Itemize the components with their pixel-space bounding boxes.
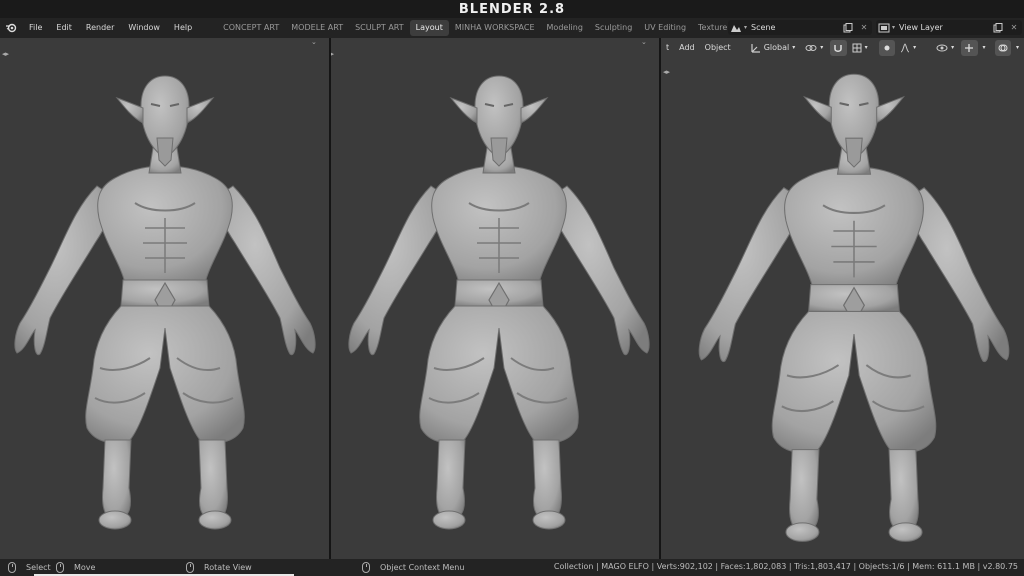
status-bar: Select Move Rotate View Object Context M… xyxy=(0,559,1024,576)
chevron-down-icon: ▾ xyxy=(864,44,868,51)
overlays-icon[interactable] xyxy=(994,40,1011,56)
tab-modeling[interactable]: Modeling xyxy=(541,20,589,36)
gizmo-dropdown[interactable]: ▾ xyxy=(978,40,991,56)
chevron-down-icon: ▾ xyxy=(744,24,748,31)
viewport-center[interactable]: ◂▸ ⌄ xyxy=(331,38,659,559)
new-scene-icon[interactable] xyxy=(840,20,856,35)
menu-edit[interactable]: Edit xyxy=(49,18,79,38)
scene-statistics: Collection | MAGO ELFO | Verts:902,102 |… xyxy=(553,562,1018,571)
chevron-down-icon: ▾ xyxy=(913,44,917,51)
grid-icon xyxy=(852,43,862,53)
add-menu[interactable]: Add xyxy=(674,40,700,56)
chevron-down-icon: ▾ xyxy=(792,44,796,51)
status-rotate-view-label: Rotate View xyxy=(204,563,252,572)
mouse-drag-icon xyxy=(56,562,64,573)
viewport-perspective[interactable]: t Add Object Global ▾ ▾ ▾ ▾ ▾ ▾ ▾ ◂▸ xyxy=(661,38,1024,559)
chevron-down-icon: ▾ xyxy=(892,24,896,31)
header-toggle-icon[interactable]: ⌄ xyxy=(641,38,649,46)
tab-modele-art[interactable]: MODELE ART xyxy=(285,20,349,36)
close-icon[interactable]: ✕ xyxy=(856,20,872,35)
status-rotate-view: Rotate View xyxy=(186,562,252,573)
tab-sculpting[interactable]: Sculpting xyxy=(589,20,638,36)
menu-render[interactable]: Render xyxy=(79,18,121,38)
top-bar: File Edit Render Window Help CONCEPT ART… xyxy=(0,18,1024,38)
mode-menu[interactable]: t xyxy=(661,40,674,56)
chevron-down-icon: ▾ xyxy=(820,44,824,51)
snap-target-dropdown[interactable]: ▾ xyxy=(847,40,873,56)
visibility-dropdown[interactable]: ▾ xyxy=(931,40,959,56)
elf-mesh[interactable] xyxy=(5,68,325,548)
gizmo-toggle-icon[interactable] xyxy=(961,40,978,56)
status-move-label: Move xyxy=(74,563,96,572)
status-select: Select xyxy=(8,562,51,573)
viewport-front[interactable]: ◂▸ ⌄ xyxy=(0,38,329,559)
status-move: Move xyxy=(56,562,95,573)
scene-name[interactable]: Scene xyxy=(751,23,775,32)
view-layer-icon xyxy=(876,20,892,35)
mouse-right-icon xyxy=(362,562,370,573)
area-corner-icon[interactable]: ◂▸ xyxy=(331,50,335,58)
tab-sculpt-art[interactable]: SCULPT ART xyxy=(349,20,410,36)
falloff-dropdown[interactable]: ▾ xyxy=(895,40,921,56)
viewport-header: t Add Object Global ▾ ▾ ▾ ▾ ▾ ▾ ▾ xyxy=(661,38,1024,58)
menu-file[interactable]: File xyxy=(22,18,49,38)
tab-layout[interactable]: Layout xyxy=(409,20,449,36)
status-context-menu: Object Context Menu xyxy=(362,562,464,573)
elf-mesh[interactable] xyxy=(689,66,1019,559)
overlays-dropdown[interactable]: ▾ xyxy=(1011,40,1024,56)
area-corner-icon[interactable]: ◂▸ xyxy=(663,68,671,76)
window-title: BLENDER 2.8 xyxy=(0,0,1024,18)
eye-icon xyxy=(936,44,948,52)
pivot-dropdown[interactable]: ▾ xyxy=(800,40,828,56)
object-menu[interactable]: Object xyxy=(700,40,736,56)
status-select-label: Select xyxy=(26,563,51,572)
falloff-curve-icon xyxy=(900,43,910,53)
elf-mesh[interactable] xyxy=(339,68,659,548)
proportional-editing-icon[interactable] xyxy=(878,40,896,56)
orientation-label: Global xyxy=(763,43,790,52)
orientation-dropdown[interactable]: Global ▾ xyxy=(746,40,801,56)
header-toggle-icon[interactable]: ⌄ xyxy=(311,38,319,46)
chevron-down-icon: ▾ xyxy=(982,44,986,51)
close-icon[interactable]: ✕ xyxy=(1006,20,1022,35)
menu-window[interactable]: Window xyxy=(121,18,167,38)
snap-icon[interactable] xyxy=(830,40,847,56)
chevron-down-icon: ▾ xyxy=(1015,44,1019,51)
view-layer-name[interactable]: View Layer xyxy=(899,23,943,32)
chevron-down-icon: ▾ xyxy=(951,44,955,51)
area-corner-icon[interactable]: ◂▸ xyxy=(2,50,10,58)
tab-minha-workspace[interactable]: MINHA WORKSPACE xyxy=(449,20,541,36)
scene-icon xyxy=(728,20,744,35)
new-view-layer-icon[interactable] xyxy=(990,20,1006,35)
mouse-left-icon xyxy=(8,562,16,573)
scene-selector[interactable]: ▾ Scene ✕ xyxy=(728,20,872,35)
status-context-menu-label: Object Context Menu xyxy=(380,563,465,572)
blender-logo-icon[interactable] xyxy=(0,18,22,38)
view-layer-selector[interactable]: ▾ View Layer ✕ xyxy=(876,20,1022,35)
menu-help[interactable]: Help xyxy=(167,18,199,38)
tab-concept-art[interactable]: CONCEPT ART xyxy=(217,20,285,36)
transform-orientation-icon xyxy=(751,44,760,53)
tab-uv-editing[interactable]: UV Editing xyxy=(638,20,692,36)
workspace-tabs: CONCEPT ART MODELE ART SCULPT ART Layout… xyxy=(217,18,751,38)
mouse-middle-icon xyxy=(186,562,194,573)
link-icon xyxy=(805,45,817,51)
